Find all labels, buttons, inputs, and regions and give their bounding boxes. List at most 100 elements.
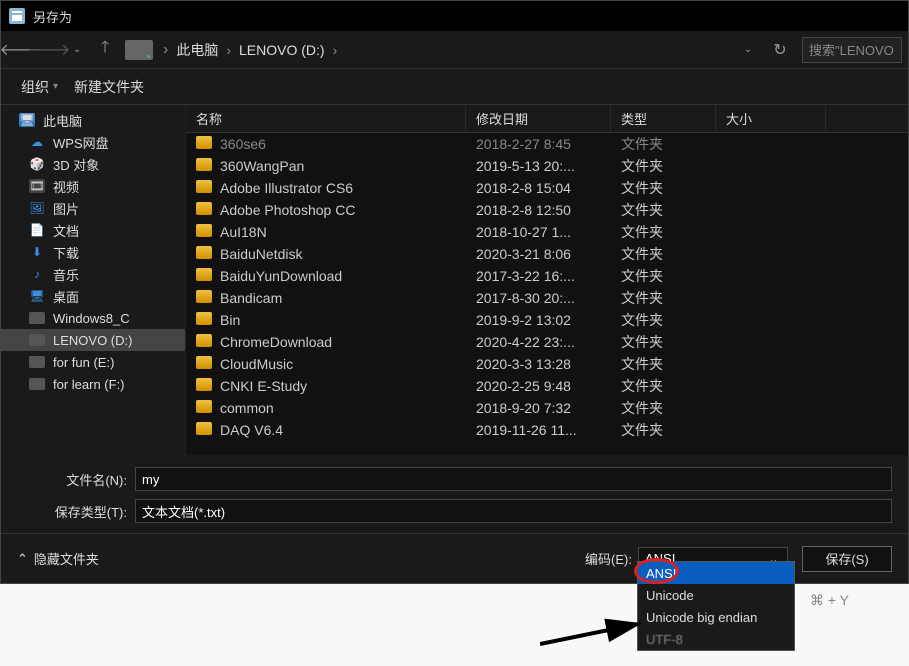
encoding-option[interactable]: Unicode <box>638 584 794 606</box>
file-date: 2018-10-27 1... <box>466 224 611 240</box>
table-row[interactable]: BaiduYunDownload2017-3-22 16:...文件夹 <box>186 265 908 287</box>
sidebar-item-label: 3D 对象 <box>53 155 99 174</box>
table-row[interactable]: AuI18N2018-10-27 1...文件夹 <box>186 221 908 243</box>
folder-icon <box>196 312 212 325</box>
encoding-option[interactable]: UTF-8 <box>638 628 794 650</box>
sidebar-item[interactable]: 🎲3D 对象 <box>1 153 185 175</box>
encoding-option[interactable]: ANSI <box>638 562 794 584</box>
drive-icon <box>29 356 45 368</box>
sidebar-item[interactable]: ☁WPS网盘 <box>1 131 185 153</box>
encoding-option[interactable]: Unicode big endian <box>638 606 794 628</box>
file-name: 360se6 <box>220 136 266 152</box>
sidebar-item-label: 桌面 <box>53 287 79 306</box>
sidebar-item-label: Windows8_C <box>53 311 130 326</box>
table-row[interactable]: DAQ V6.42019-11-26 11...文件夹 <box>186 419 908 441</box>
table-row[interactable]: CNKI E-Study2020-2-25 9:48文件夹 <box>186 375 908 397</box>
table-row[interactable]: Bin2019-9-2 13:02文件夹 <box>186 309 908 331</box>
file-rows[interactable]: 360se62018-2-27 8:45文件夹360WangPan2019-5-… <box>186 133 908 455</box>
sidebar-item[interactable]: 📄文档 <box>1 219 185 241</box>
sidebar-item[interactable]: for learn (F:) <box>1 373 185 395</box>
filetype-field[interactable]: 文本文档(*.txt) <box>135 499 892 523</box>
breadcrumb-item[interactable]: LENOVO (D:) <box>235 42 329 58</box>
table-row[interactable]: BaiduNetdisk2020-3-21 8:06文件夹 <box>186 243 908 265</box>
table-row[interactable]: Adobe Illustrator CS62018-2-8 15:04文件夹 <box>186 177 908 199</box>
sidebar-item[interactable]: 🖥桌面 <box>1 285 185 307</box>
window-title: 另存为 <box>33 7 72 26</box>
hide-folders-toggle[interactable]: ⌃ 隐藏文件夹 <box>17 549 99 568</box>
file-date: 2019-9-2 13:02 <box>466 312 611 328</box>
table-row[interactable]: common2018-9-20 7:32文件夹 <box>186 397 908 419</box>
folder-icon <box>196 378 212 391</box>
breadcrumb[interactable]: 此电脑›LENOVO (D:)› <box>172 40 341 60</box>
table-row[interactable]: Adobe Photoshop CC 2018-2-8 12:50文件夹 <box>186 199 908 221</box>
file-date: 2018-2-8 12:50 <box>466 202 611 218</box>
chevron-right-icon: › <box>159 41 172 59</box>
col-type[interactable]: 类型 <box>611 105 716 132</box>
folder-icon <box>196 136 212 149</box>
file-type: 文件夹 <box>611 332 716 352</box>
new-folder-button[interactable]: 新建文件夹 <box>66 73 152 101</box>
col-date[interactable]: 修改日期 <box>466 105 611 132</box>
history-caret-icon[interactable]: ⌄ <box>734 36 762 64</box>
table-row[interactable]: 360WangPan2019-5-13 20:...文件夹 <box>186 155 908 177</box>
folder-icon <box>196 202 212 215</box>
filetype-label: 保存类型(T): <box>17 502 127 521</box>
file-name: 360WangPan <box>220 158 304 174</box>
file-date: 2017-3-22 16:... <box>466 268 611 284</box>
table-row[interactable]: CloudMusic2020-3-3 13:28文件夹 <box>186 353 908 375</box>
file-date: 2020-4-22 23:... <box>466 334 611 350</box>
sidebar-item[interactable]: 🎞视频 <box>1 175 185 197</box>
sidebar-item-label: WPS网盘 <box>53 133 109 152</box>
titlebar: 另存为 <box>1 1 908 31</box>
nav-row: 🡐 🡒 ⌄ 🡑 › 此电脑›LENOVO (D:)› ⌄ ↻ 搜索"LENOVO <box>1 31 908 69</box>
forward-button[interactable]: 🡒 <box>35 36 63 64</box>
table-row[interactable]: 360se62018-2-27 8:45文件夹 <box>186 133 908 155</box>
table-row[interactable]: Bandicam2017-8-30 20:...文件夹 <box>186 287 908 309</box>
sidebar[interactable]: 🖥此电脑☁WPS网盘🎲3D 对象🎞视频🖼图片📄文档⬇下载♪音乐🖥桌面Window… <box>1 105 186 455</box>
toolbar: 组织▾ 新建文件夹 <box>1 69 908 105</box>
encoding-dropdown[interactable]: ANSIUnicodeUnicode big endianUTF-8 <box>637 561 795 651</box>
search-input[interactable]: 搜索"LENOVO <box>802 37 902 63</box>
save-button[interactable]: 保存(S) <box>802 546 892 572</box>
file-type: 文件夹 <box>611 200 716 220</box>
filename-field[interactable]: my <box>135 467 892 491</box>
file-date: 2020-3-21 8:06 <box>466 246 611 262</box>
sidebar-item[interactable]: ♪音乐 <box>1 263 185 285</box>
sidebar-item[interactable]: for fun (E:) <box>1 351 185 373</box>
sidebar-item-label: 视频 <box>53 177 79 196</box>
sidebar-item[interactable]: Windows8_C <box>1 307 185 329</box>
file-type: 文件夹 <box>611 134 716 154</box>
sidebar-item-label: LENOVO (D:) <box>53 333 132 348</box>
column-headers[interactable]: 名称 修改日期 类型 大小 <box>186 105 908 133</box>
pc-icon: 🖥 <box>19 113 35 127</box>
file-type: 文件夹 <box>611 156 716 176</box>
sidebar-item[interactable]: LENOVO (D:) <box>1 329 185 351</box>
file-name: BaiduNetdisk <box>220 246 303 262</box>
sidebar-item[interactable]: 🖼图片 <box>1 197 185 219</box>
folder-icon <box>196 158 212 171</box>
file-name: Adobe Photoshop CC <box>220 202 355 218</box>
organize-button[interactable]: 组织▾ <box>13 73 66 101</box>
col-size[interactable]: 大小 <box>716 105 826 132</box>
folder-icon <box>196 422 212 435</box>
recent-caret-icon[interactable]: ⌄ <box>63 36 91 64</box>
file-name: Adobe Illustrator CS6 <box>220 180 353 196</box>
chevron-right-icon: › <box>222 42 235 58</box>
file-name: BaiduYunDownload <box>220 268 342 284</box>
file-name: ChromeDownload <box>220 334 332 350</box>
breadcrumb-item[interactable]: 此电脑 <box>172 40 222 60</box>
folder-icon <box>196 290 212 303</box>
dl-icon: ⬇ <box>29 245 45 259</box>
notepad-icon <box>9 8 25 24</box>
sidebar-item-label: 音乐 <box>53 265 79 284</box>
filename-label: 文件名(N): <box>17 470 127 489</box>
refresh-button[interactable]: ↻ <box>766 36 794 64</box>
col-name[interactable]: 名称 <box>186 105 466 132</box>
folder-icon <box>196 268 212 281</box>
file-type: 文件夹 <box>611 222 716 242</box>
sidebar-item[interactable]: 🖥此电脑 <box>1 109 185 131</box>
sidebar-item[interactable]: ⬇下载 <box>1 241 185 263</box>
up-button[interactable]: 🡑 <box>91 36 119 64</box>
table-row[interactable]: ChromeDownload 2020-4-22 23:...文件夹 <box>186 331 908 353</box>
file-name: common <box>220 400 274 416</box>
